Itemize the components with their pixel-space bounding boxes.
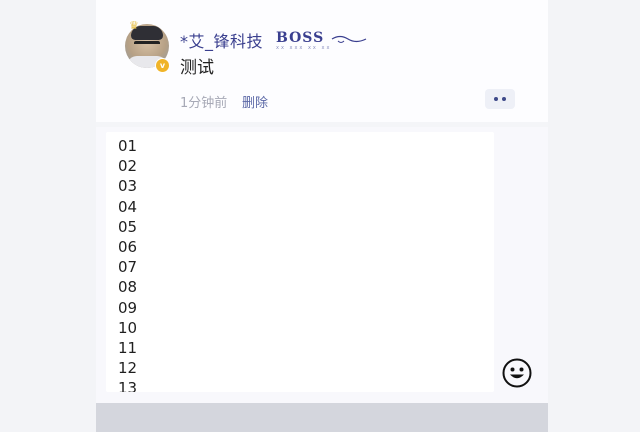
comment-line: 11 — [118, 339, 138, 358]
comment-line: 03 — [118, 177, 138, 196]
more-dot — [494, 97, 498, 101]
comment-line: 04 — [118, 197, 138, 216]
comment-line: 12 — [118, 359, 138, 378]
post-text: 测试 — [180, 58, 214, 78]
emoji-smile-icon[interactable] — [502, 358, 532, 388]
delete-button[interactable]: 删除 — [242, 92, 268, 111]
username-decoration-sub: xx xxx xx xx — [276, 45, 332, 51]
comment-line: 10 — [118, 318, 138, 337]
right-gutter — [548, 0, 640, 432]
comment-line: 01 — [118, 137, 138, 155]
comment-line: 09 — [118, 298, 138, 317]
comment-line: 06 — [118, 238, 138, 257]
comment-text: 01 02 03 04 05 06 07 08 09 10 11 12 13 — [118, 136, 137, 392]
username[interactable]: *艾_锋科技 — [180, 28, 263, 51]
post-timestamp: 1分钟前 — [180, 96, 228, 111]
left-gutter — [0, 0, 96, 432]
decoration-swirl-icon — [331, 35, 367, 43]
avatar-glasses — [134, 41, 160, 50]
verified-badge-icon: v — [155, 58, 170, 73]
crown-icon: ♛ — [129, 19, 139, 32]
more-options-button[interactable] — [485, 89, 515, 109]
comment-line: 13 — [118, 379, 138, 392]
comment-input[interactable]: 01 02 03 04 05 06 07 08 09 10 11 12 13 — [106, 132, 494, 392]
bottom-bar — [96, 403, 548, 432]
comment-line: 07 — [118, 258, 138, 277]
comment-line: 05 — [118, 217, 138, 236]
more-dot — [502, 97, 506, 101]
comment-line: 02 — [118, 157, 138, 176]
comment-line: 08 — [118, 278, 138, 297]
